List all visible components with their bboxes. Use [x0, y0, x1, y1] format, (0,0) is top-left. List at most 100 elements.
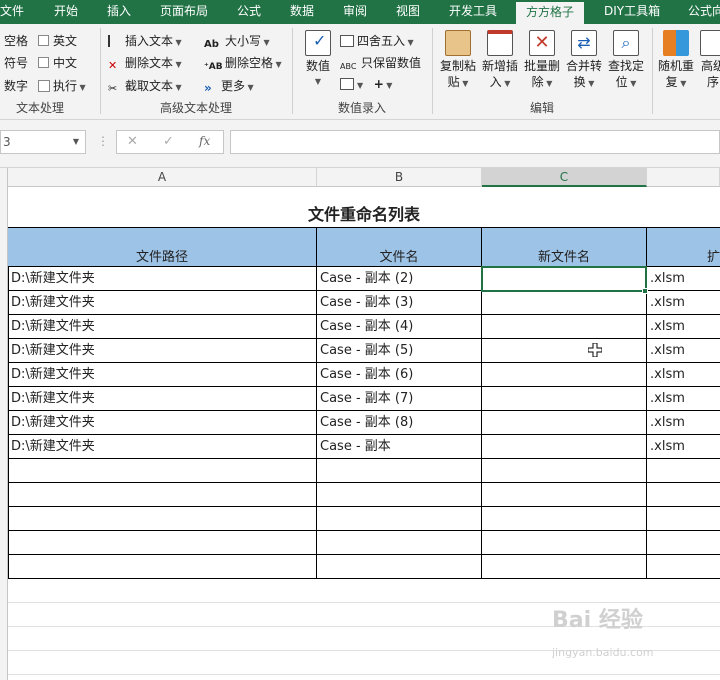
cell-path[interactable]: D:\新建文件夹 — [8, 363, 317, 386]
space-button[interactable]: 空格 — [4, 32, 28, 49]
cell-path[interactable]: D:\新建文件夹 — [8, 387, 317, 410]
cell-name[interactable]: Case - 副本 (3) — [317, 291, 482, 314]
cell-name[interactable]: Case - 副本 (5) — [317, 339, 482, 362]
cell-path[interactable]: D:\新建文件夹 — [8, 435, 317, 458]
tab-formula-wizard[interactable]: 公式向导 — [688, 0, 720, 24]
cell-extension[interactable]: .xlsm — [647, 267, 720, 290]
column-header-d[interactable] — [647, 168, 720, 187]
merge-convert-label-2: 换 — [573, 75, 586, 89]
new-insert-button[interactable]: 新增插 入 ▼ — [480, 30, 520, 92]
watermark-logo: Bai 经验 — [552, 608, 643, 633]
keep-values-button[interactable]: ABC 只保留数值 — [340, 54, 421, 74]
delete-text-button[interactable]: ✕ 删除文本 ▼ — [108, 54, 182, 72]
cell-name[interactable]: Case - 副本 (2) — [317, 267, 482, 290]
execute-button[interactable]: 执行 ▼ — [38, 77, 86, 94]
cell-name[interactable]: Case - 副本 (7) — [317, 387, 482, 410]
advanced-sort-button[interactable]: 高级 序 — [698, 30, 720, 90]
symbol-label: 符号 — [4, 56, 29, 70]
value-button[interactable]: ✓ 数值 ▼ — [300, 30, 336, 90]
cell-extension[interactable]: .xlsm — [647, 315, 720, 338]
tab-data[interactable]: 数据 — [290, 0, 314, 24]
header-new-file-name[interactable]: 新文件名 — [482, 227, 647, 267]
chevron-down-icon: ▼ — [543, 79, 553, 88]
cell-extension[interactable]: .xlsm — [647, 363, 720, 386]
find-locate-button[interactable]: ⌕ 查找定 位 ▼ — [606, 30, 646, 92]
find-locate-label-2: 位 — [615, 75, 628, 89]
copy-paste-button[interactable]: 复制粘 贴 ▼ — [438, 30, 478, 92]
column-header-a[interactable]: A — [8, 168, 317, 187]
english-checkbox[interactable]: 英文 — [38, 32, 77, 49]
grip-icon: ⋮ — [97, 134, 109, 148]
row-header-gutter[interactable] — [0, 168, 8, 680]
tab-fangfang[interactable]: 方方格子 — [516, 0, 585, 24]
cell-name[interactable]: Case - 副本 (4) — [317, 315, 482, 338]
tab-review[interactable]: 审阅 — [343, 0, 367, 24]
name-box[interactable]: 3 ▼ — [0, 130, 86, 154]
row-border — [8, 362, 720, 363]
tab-insert[interactable]: 插入 — [107, 0, 131, 24]
insert-text-button[interactable]: 插入文本 ▼ — [108, 32, 182, 49]
group-separator — [100, 28, 101, 114]
tab-diy-toolbox[interactable]: DIY工具箱 — [604, 0, 660, 24]
chinese-checkbox[interactable]: 中文 — [38, 54, 77, 71]
tab-file[interactable]: 文件 — [0, 0, 24, 24]
header-extension[interactable]: 扩 — [647, 227, 720, 267]
tab-view[interactable]: 视图 — [396, 0, 420, 24]
column-header-b[interactable]: B — [317, 168, 482, 187]
cell-name[interactable]: Case - 副本 (6) — [317, 363, 482, 386]
batch-delete-label-2: 除 — [531, 75, 544, 89]
column-border — [646, 266, 647, 579]
header-file-path[interactable]: 文件路径 — [8, 227, 317, 267]
watermark-url: jingyan.baidu.com — [552, 646, 654, 659]
extract-text-button[interactable]: ✂ 截取文本 ▼ — [108, 77, 182, 95]
cell-path[interactable]: D:\新建文件夹 — [8, 411, 317, 434]
value-tools-button[interactable]: ▼ + ▼ — [340, 77, 392, 91]
new-insert-label-1: 新增插 — [481, 59, 518, 73]
row-border — [8, 314, 720, 315]
cell-name[interactable]: Case - 副本 (8) — [317, 411, 482, 434]
symbol-button[interactable]: 符号 — [4, 54, 28, 71]
chevron-down-icon: ▼ — [405, 38, 414, 47]
random-repeat-button[interactable]: 随机重 复 ▼ — [656, 30, 696, 92]
cancel-icon[interactable]: ✕ — [127, 134, 138, 149]
cell-extension[interactable]: .xlsm — [647, 435, 720, 458]
tab-formulas[interactable]: 公式 — [237, 0, 261, 24]
tab-home[interactable]: 开始 — [54, 0, 78, 24]
cell-path[interactable]: D:\新建文件夹 — [8, 267, 317, 290]
tab-developer[interactable]: 开发工具 — [449, 0, 497, 24]
sheet-title[interactable]: 文件重命名列表 — [8, 187, 720, 227]
active-cell-selection[interactable] — [481, 266, 647, 292]
function-icon[interactable]: fx — [199, 134, 210, 148]
cell-path[interactable]: D:\新建文件夹 — [8, 339, 317, 362]
confirm-icon[interactable]: ✓ — [163, 134, 174, 149]
delete-space-button[interactable]: ⁺AB 删除空格 ▼ — [204, 54, 282, 74]
batch-delete-button[interactable]: ✕ 批量删 除 ▼ — [522, 30, 562, 92]
merge-convert-button[interactable]: ⇄ 合并转 换 ▼ — [564, 30, 604, 92]
tab-page-layout[interactable]: 页面布局 — [160, 0, 208, 24]
column-border — [481, 266, 482, 579]
case-button[interactable]: Ab 大小写 ▼ — [204, 32, 270, 51]
group-separator — [652, 28, 653, 114]
row-border — [8, 554, 720, 555]
cell-extension[interactable]: .xlsm — [647, 411, 720, 434]
number-button[interactable]: 数字 — [4, 77, 28, 94]
more-icon: » — [204, 81, 212, 95]
cell-extension[interactable]: .xlsm — [647, 291, 720, 314]
delete-space-label: 删除空格 — [225, 56, 274, 70]
column-border — [316, 266, 317, 579]
header-file-name[interactable]: 文件名 — [317, 227, 482, 267]
formula-input[interactable] — [230, 130, 720, 154]
chevron-down-icon: ▼ — [173, 60, 182, 69]
more-button[interactable]: » 更多 ▼ — [204, 77, 254, 95]
round-button[interactable]: 四舍五入 ▼ — [340, 32, 414, 49]
chevron-down-icon: ▼ — [585, 79, 595, 88]
cell-name[interactable]: Case - 副本 — [317, 435, 482, 458]
copy-paste-label-1: 复制粘 — [439, 59, 476, 73]
cell-extension[interactable]: .xlsm — [647, 339, 720, 362]
cell-extension[interactable]: .xlsm — [647, 387, 720, 410]
cell-path[interactable]: D:\新建文件夹 — [8, 315, 317, 338]
column-header-c[interactable]: C — [482, 168, 647, 187]
cell-path[interactable]: D:\新建文件夹 — [8, 291, 317, 314]
column-border — [8, 266, 9, 579]
fill-handle[interactable] — [642, 288, 648, 294]
